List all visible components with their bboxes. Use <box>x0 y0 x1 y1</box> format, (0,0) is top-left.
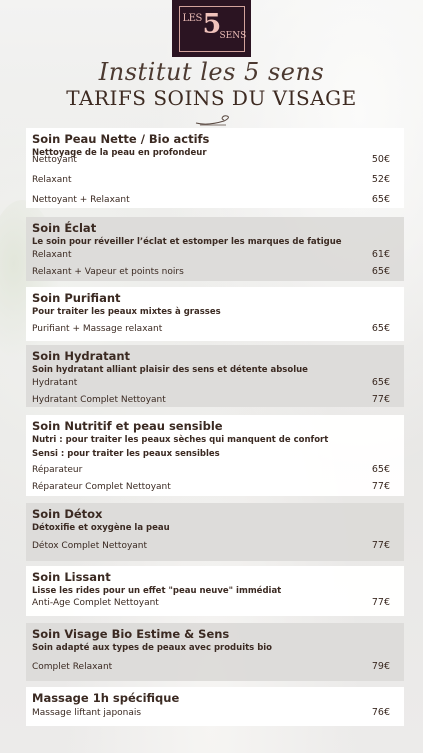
service-price: 61€ <box>371 249 390 260</box>
service-label: Anti-Age Complet Nettoyant <box>32 598 159 608</box>
service-price: 77€ <box>371 597 390 608</box>
price-row: Hydratant 65€ <box>32 377 390 388</box>
price-row: Réparateur Complet Nettoyant 77€ <box>32 481 390 492</box>
service-price: 50€ <box>371 154 390 165</box>
price-row: Relaxant + Vapeur et points noirs 65€ <box>32 266 390 277</box>
service-price: 65€ <box>371 464 390 475</box>
service-price: 77€ <box>371 394 390 405</box>
price-row: Complet Relaxant 79€ <box>32 661 390 672</box>
card-title: Soin Purifiant <box>32 291 121 305</box>
card-title: Soin Détox <box>32 507 103 521</box>
service-label: Hydratant Complet Nettoyant <box>32 395 166 405</box>
price-row: Nettoyant 50€ <box>32 154 390 165</box>
institute-name: Institut les 5 sens <box>98 58 325 86</box>
service-price: 52€ <box>371 174 390 185</box>
service-price: 79€ <box>371 661 390 672</box>
service-label: Relaxant <box>32 175 72 185</box>
card-description: Nutri : pour traiter les peaux sèches qu… <box>32 435 329 445</box>
card-title: Soin Éclat <box>32 221 97 235</box>
service-price: 65€ <box>371 194 390 205</box>
price-card: Soin Visage Bio Estime & Sens Soin adapté… <box>26 623 404 681</box>
price-card: Soin Hydratant Soin hydratant alliant pla… <box>26 345 404 407</box>
price-row: Anti-Age Complet Nettoyant 77€ <box>32 597 390 608</box>
card-description: Soin adapté aux types de peaux avec prod… <box>32 643 273 653</box>
card-description: Pour traiter les peaux mixtes à grasses <box>32 307 221 317</box>
flourish-icon <box>195 115 229 126</box>
price-row: Nettoyant + Relaxant 65€ <box>32 194 390 205</box>
card-title: Soin Lissant <box>32 570 111 584</box>
service-price: 76€ <box>371 707 390 718</box>
service-label: Réparateur Complet Nettoyant <box>32 482 171 492</box>
logo-les: LES <box>182 12 203 24</box>
card-description: Détoxifie et oxygène la peau <box>32 523 170 533</box>
service-label: Nettoyant + Relaxant <box>32 195 130 205</box>
price-card: Soin Détox Détoxifie et oxygène la peau Dé… <box>26 503 404 561</box>
price-card: Soin Purifiant Pour traiter les peaux mix… <box>26 287 404 341</box>
price-row: Relaxant 52€ <box>32 174 390 185</box>
service-label: Hydratant <box>32 378 78 388</box>
price-row: Hydratant Complet Nettoyant 77€ <box>32 394 390 405</box>
price-row: Purifiant + Massage relaxant 65€ <box>32 323 390 334</box>
service-price: 65€ <box>371 266 390 277</box>
card-description: Soin hydratant alliant plaisir des sens … <box>32 365 308 375</box>
logo-five: 5 <box>202 8 222 40</box>
price-card: Soin Éclat Le soin pour réveiller l’éclat… <box>26 217 404 281</box>
price-card: Massage 1h spécifique Massage liftant jap… <box>26 687 404 726</box>
card-title: Soin Hydratant <box>32 349 131 363</box>
price-row: Relaxant 61€ <box>32 249 390 260</box>
service-price: 77€ <box>371 540 390 551</box>
service-label: Relaxant <box>32 250 72 260</box>
service-price: 77€ <box>371 481 390 492</box>
service-price: 65€ <box>371 323 390 334</box>
service-label: Détox Complet Nettoyant <box>32 541 148 551</box>
service-price: 65€ <box>371 377 390 388</box>
page-title: TARIFS SOINS DU VISAGE <box>66 86 357 110</box>
service-label: Nettoyant <box>32 155 77 165</box>
service-label: Réparateur <box>32 465 83 475</box>
service-label: Complet Relaxant <box>32 662 113 672</box>
service-label: Massage liftant japonais <box>32 708 142 718</box>
card-title: Massage 1h spécifique <box>32 691 180 705</box>
card-title: Soin Visage Bio Estime & Sens <box>32 627 230 641</box>
logo: LES 5 SENS <box>172 0 251 57</box>
price-card: Soin Lissant Lisse les rides pour un effe… <box>26 566 404 616</box>
logo-sens: SENS <box>219 30 247 41</box>
card-title: Soin Peau Nette / Bio actifs <box>32 132 210 146</box>
card-description: Le soin pour réveiller l’éclat et estomp… <box>32 237 342 247</box>
price-card: Soin Peau Nette / Bio actifs Nettoyage de… <box>26 128 404 208</box>
service-label: Purifiant + Massage relaxant <box>32 324 163 334</box>
price-row: Réparateur 65€ <box>32 464 390 475</box>
card-title: Soin Nutritif et peau sensible <box>32 419 223 433</box>
card-description: Lisse les rides pour un effet "peau neuv… <box>32 586 282 596</box>
price-row: Massage liftant japonais 76€ <box>32 707 390 718</box>
price-row: Détox Complet Nettoyant 77€ <box>32 540 390 551</box>
logo-frame: LES 5 SENS <box>178 5 247 52</box>
card-description: Sensi : pour traiter les peaux sensibles <box>32 449 220 459</box>
service-label: Relaxant + Vapeur et points noirs <box>32 267 184 277</box>
price-card: Soin Nutritif et peau sensible Nutri : po… <box>26 415 404 496</box>
